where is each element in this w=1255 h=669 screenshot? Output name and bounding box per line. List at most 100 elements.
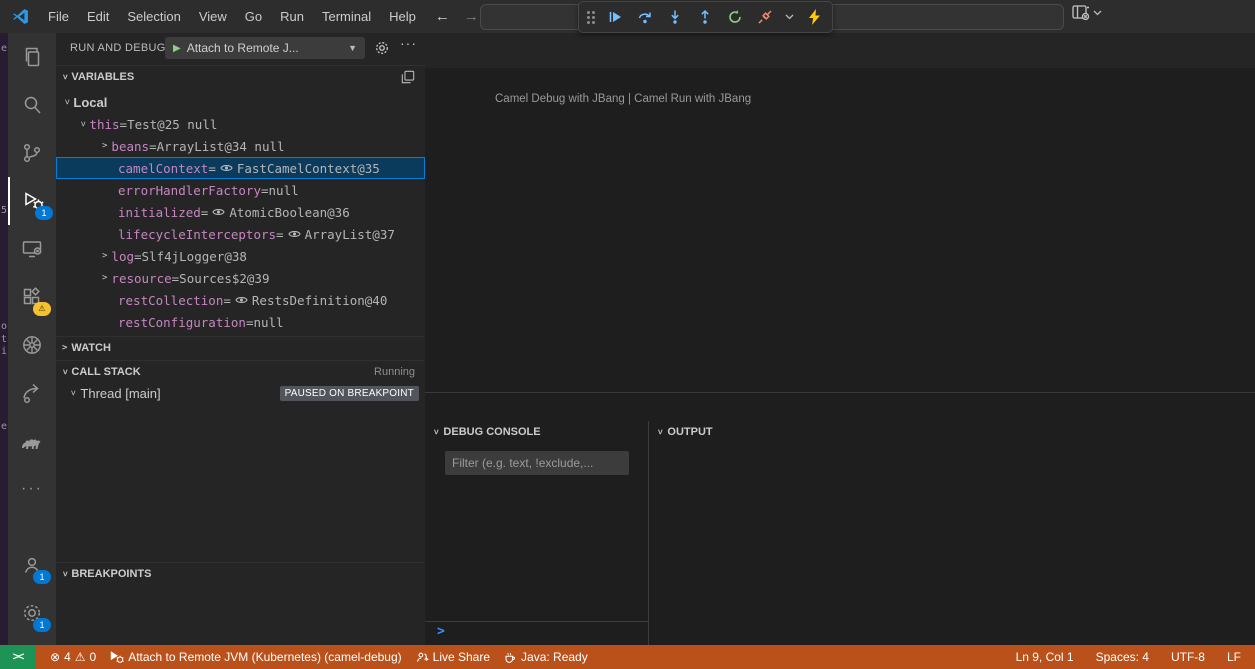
- variable-value: ArrayList@34 null: [157, 139, 285, 154]
- more-views-button[interactable]: ···: [8, 465, 56, 513]
- bottom-panel: > DEBUG CONSOLE > > OUTPUT: [425, 392, 1255, 645]
- variable-name: beans: [111, 139, 149, 154]
- debug-console-title[interactable]: DEBUG CONSOLE: [443, 426, 540, 438]
- sidebar-item-kubernetes[interactable]: [8, 321, 56, 369]
- disconnect-dropdown-chevron[interactable]: [785, 14, 794, 20]
- remote-indicator[interactable]: ><: [0, 645, 36, 669]
- cursor-position[interactable]: Ln 9, Col 1: [1016, 650, 1074, 664]
- continue-button[interactable]: [605, 7, 625, 27]
- variable-name: resource: [111, 271, 171, 286]
- menu-help[interactable]: Help: [380, 9, 425, 24]
- java-status[interactable]: Java: Ready: [504, 650, 588, 664]
- code-editor[interactable]: Camel Debug with JBang | Camel Run with …: [425, 90, 1255, 392]
- editor-tabs: [425, 33, 1255, 68]
- variable-value: ArrayList@37: [305, 227, 395, 242]
- back-arrow-icon[interactable]: ←: [435, 8, 450, 25]
- sidebar-item-remote-explorer[interactable]: [8, 225, 56, 273]
- sidebar-item-extensions[interactable]: ⚠: [8, 273, 56, 321]
- variable-row[interactable]: camelContext = FastCamelContext@35: [56, 157, 425, 179]
- warnings-icon: ⚠: [75, 650, 86, 664]
- variables-section-header[interactable]: >VARIABLES: [56, 65, 425, 88]
- lazy-eval-eye-icon: [208, 207, 229, 217]
- call-stack-status: Running: [374, 366, 415, 378]
- sidebar-item-search[interactable]: [8, 81, 56, 129]
- call-stack-section-header[interactable]: >CALL STACK Running: [56, 360, 425, 383]
- variable-name: restConfiguration: [118, 315, 246, 330]
- variable-row[interactable]: >log = Slf4jLogger@38: [56, 245, 425, 267]
- activity-bar: 1 ⚠ ··· 1 1: [8, 33, 56, 645]
- menu-selection[interactable]: Selection: [118, 9, 189, 24]
- debug-console-prompt[interactable]: >: [425, 621, 648, 644]
- variable-row[interactable]: initialized = AtomicBoolean@36: [56, 201, 425, 223]
- launch-config-label: Attach to Remote J...: [187, 41, 299, 55]
- paused-on-breakpoint-badge: PAUSED ON BREAKPOINT: [280, 386, 419, 401]
- sidebar-item-explorer[interactable]: [8, 33, 56, 81]
- variable-row[interactable]: >beans = ArrayList@34 null: [56, 135, 425, 157]
- variable-row[interactable]: >resource = Sources$2@39: [56, 267, 425, 289]
- hot-code-replace-icon[interactable]: [804, 7, 824, 27]
- variable-row[interactable]: lifecycleInterceptors = ArrayList@37: [56, 223, 425, 245]
- variable-value: null: [253, 315, 283, 330]
- variable-name: Local: [73, 95, 107, 110]
- lazy-eval-eye-icon: [231, 295, 252, 305]
- step-over-button[interactable]: [635, 7, 655, 27]
- variable-row[interactable]: errorHandlerFactory = null: [56, 179, 425, 201]
- sidebar-item-share[interactable]: [8, 369, 56, 417]
- thread-row[interactable]: > Thread [main] PAUSED ON BREAKPOINT: [56, 382, 425, 404]
- menu-terminal[interactable]: Terminal: [313, 9, 380, 24]
- panel-tabs: [425, 393, 1255, 421]
- variable-value: Sources$2@39: [179, 271, 269, 286]
- debug-badge: 1: [35, 206, 53, 220]
- vscode-window: FileEditSelectionViewGoRunTerminalHelp ←…: [0, 0, 1255, 669]
- menu-file[interactable]: File: [39, 9, 78, 24]
- debug-session-status[interactable]: Attach to Remote JVM (Kubernetes) (camel…: [110, 650, 401, 664]
- codelens-actions[interactable]: Camel Debug with JBang | Camel Run with …: [495, 93, 751, 105]
- menu-view[interactable]: View: [190, 9, 236, 24]
- sidebar-item-camel[interactable]: [8, 417, 56, 465]
- watch-section-header[interactable]: >WATCH: [56, 336, 425, 359]
- eol-status[interactable]: LF: [1227, 650, 1241, 664]
- variable-value: AtomicBoolean@36: [229, 205, 349, 220]
- launch-config-dropdown[interactable]: ▶ Attach to Remote J... ▼: [165, 37, 365, 59]
- vscode-logo-icon: [12, 8, 29, 25]
- background-window-strip: e5otie: [0, 33, 8, 645]
- forward-arrow-icon[interactable]: →: [464, 8, 479, 25]
- title-bar: FileEditSelectionViewGoRunTerminalHelp ←…: [0, 0, 1255, 33]
- customize-layout-button[interactable]: [1072, 5, 1102, 21]
- menu-edit[interactable]: Edit: [78, 9, 118, 24]
- accounts-button[interactable]: 1: [8, 541, 56, 589]
- settings-badge: 1: [33, 618, 51, 632]
- variable-value: Test@25 null: [127, 117, 217, 132]
- live-share-status[interactable]: Live Share: [416, 650, 490, 664]
- toolbar-grip-icon[interactable]: [587, 11, 595, 24]
- collapse-all-icon[interactable]: [401, 70, 415, 84]
- sidebar-item-run-and-debug[interactable]: 1: [8, 177, 58, 225]
- indentation-status[interactable]: Spaces: 4: [1096, 650, 1149, 664]
- menu-go[interactable]: Go: [236, 9, 271, 24]
- encoding-status[interactable]: UTF-8: [1171, 650, 1205, 664]
- restart-button[interactable]: [725, 7, 745, 27]
- step-out-button[interactable]: [695, 7, 715, 27]
- variable-row[interactable]: >this = Test@25 null: [56, 113, 425, 135]
- variable-row[interactable]: restCollection = RestsDefinition@40: [56, 289, 425, 311]
- start-debug-icon[interactable]: ▶: [173, 43, 181, 54]
- variable-row[interactable]: >Local: [56, 91, 425, 113]
- output-title[interactable]: OUTPUT: [667, 426, 712, 438]
- step-into-button[interactable]: [665, 7, 685, 27]
- variable-name: errorHandlerFactory: [118, 183, 261, 198]
- debug-console-filter-input[interactable]: [445, 451, 629, 475]
- output-pane: > OUTPUT: [649, 421, 1255, 645]
- problems-status[interactable]: ⊗ 4 ⚠ 0: [50, 650, 96, 664]
- sidebar-item-source-control[interactable]: [8, 129, 56, 177]
- variable-row[interactable]: restConfiguration = null: [56, 311, 425, 333]
- variable-value: RestsDefinition@40: [252, 293, 387, 308]
- settings-gear-button[interactable]: 1: [8, 589, 56, 637]
- breakpoints-section-header[interactable]: >BREAKPOINTS: [56, 562, 425, 585]
- debug-settings-gear-icon[interactable]: [374, 40, 390, 56]
- variable-name: lifecycleInterceptors: [118, 227, 276, 242]
- menu-run[interactable]: Run: [271, 9, 313, 24]
- extensions-warning-badge: ⚠: [33, 302, 51, 316]
- variable-name: camelContext: [118, 161, 208, 176]
- views-more-actions[interactable]: ···: [400, 35, 417, 51]
- disconnect-button[interactable]: [755, 7, 775, 27]
